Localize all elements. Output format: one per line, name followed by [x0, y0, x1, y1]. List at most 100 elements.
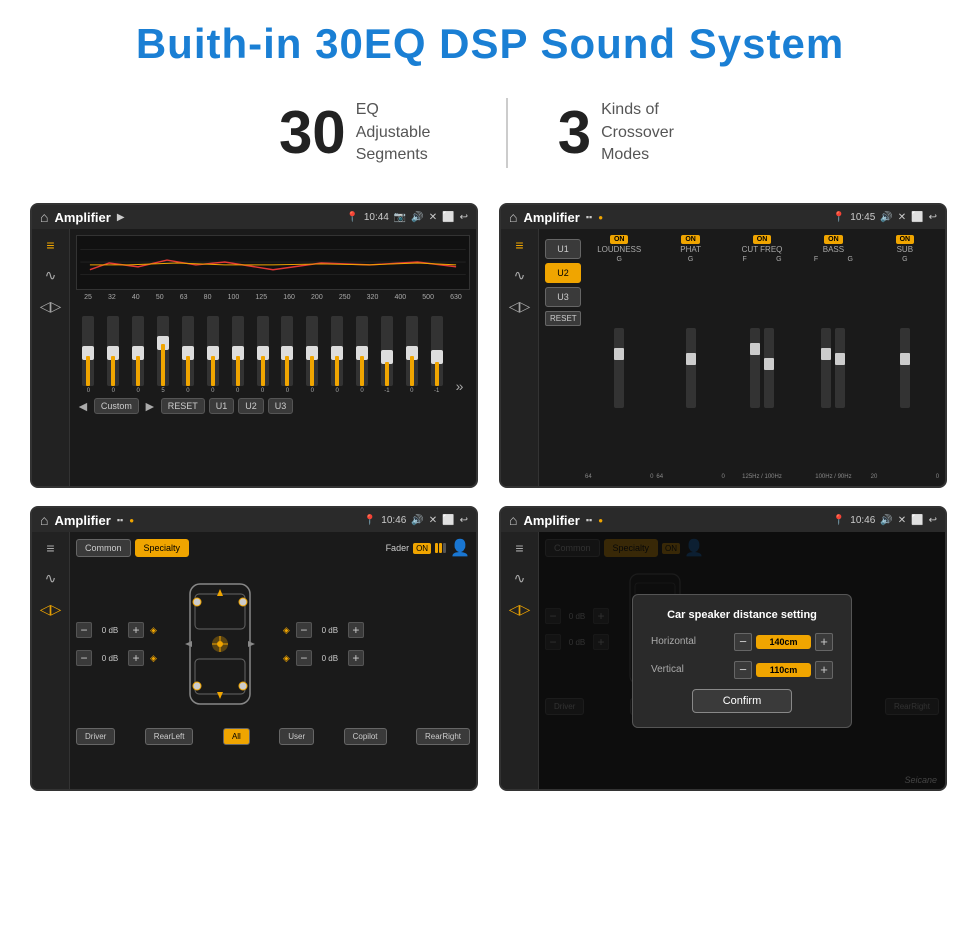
home-icon-3[interactable]: ⌂ — [40, 512, 48, 528]
sidebar-wave-icon-3[interactable]: ∿ — [45, 570, 57, 587]
back-icon-1[interactable]: ↩ — [460, 212, 468, 223]
dialog-horizontal-plus[interactable]: + — [815, 633, 833, 651]
profile-icon-3[interactable]: 👤 — [450, 538, 470, 558]
sidebar-eq-icon-2[interactable]: ≡ — [515, 237, 523, 253]
time-4: 10:46 — [850, 515, 875, 526]
prev-btn[interactable]: ◄ — [76, 398, 90, 414]
cutfreq-thumb-f[interactable] — [750, 343, 760, 355]
btn-driver[interactable]: Driver — [76, 728, 115, 745]
crossover-presets: U1 U2 U3 RESET — [545, 235, 581, 480]
expand-icon[interactable]: » — [456, 378, 464, 394]
sidebar-speaker-icon-3[interactable]: ◁▷ — [40, 601, 62, 618]
u1-btn[interactable]: U1 — [209, 398, 235, 414]
loudness-slider[interactable] — [614, 328, 624, 408]
sidebar-wave-icon-2[interactable]: ∿ — [514, 267, 526, 284]
phat-on: ON — [681, 235, 700, 244]
tab-common-3[interactable]: Common — [76, 539, 131, 557]
freq-32: 32 — [108, 294, 116, 301]
sidebar-eq-icon[interactable]: ≡ — [46, 237, 54, 253]
back-icon-2[interactable]: ↩ — [929, 212, 937, 223]
back-icon-4[interactable]: ↩ — [929, 515, 937, 526]
dialog-horizontal-label: Horizontal — [651, 636, 696, 647]
home-icon-1[interactable]: ⌂ — [40, 209, 48, 225]
fader-label-3: Fader — [386, 543, 410, 553]
volume-icon-2[interactable]: 🔊 — [880, 212, 892, 223]
db-minus-tl[interactable]: − — [76, 622, 92, 638]
u2-btn[interactable]: U2 — [238, 398, 264, 414]
db-plus-bl[interactable]: + — [128, 650, 144, 666]
tab-specialty-3[interactable]: Specialty — [135, 539, 190, 557]
close-icon-2[interactable]: ✕ — [898, 212, 906, 223]
play-icon-1[interactable]: ▶ — [117, 212, 125, 223]
btn-all[interactable]: All — [223, 728, 250, 745]
db-plus-tr[interactable]: + — [348, 622, 364, 638]
sub-slider[interactable] — [900, 328, 910, 408]
bass-slider-g[interactable] — [835, 328, 845, 408]
dialog-vertical-plus[interactable]: + — [815, 661, 833, 679]
btn-rearright[interactable]: RearRight — [416, 728, 470, 745]
phat-thumb[interactable] — [686, 353, 696, 365]
next-btn[interactable]: ► — [143, 398, 157, 414]
cutfreq-slider-f[interactable] — [750, 328, 760, 408]
eq-val-8: 0 — [286, 388, 289, 394]
btn-copilot[interactable]: Copilot — [344, 728, 387, 745]
sidebar-speaker-icon-2[interactable]: ◁▷ — [509, 298, 531, 315]
db-minus-bl[interactable]: − — [76, 650, 92, 666]
sub-thumb[interactable] — [900, 353, 910, 365]
screen-body-1: ≡ ∿ ◁▷ — [32, 229, 476, 486]
time-1: 10:44 — [364, 212, 389, 223]
volume-icon-3[interactable]: 🔊 — [411, 515, 423, 526]
close-icon-4[interactable]: ✕ — [898, 515, 906, 526]
reset-btn[interactable]: RESET — [161, 398, 205, 414]
btn-rearleft[interactable]: RearLeft — [145, 728, 194, 745]
sidebar-speaker-icon-4[interactable]: ◁▷ — [509, 601, 531, 618]
cutfreq-slider-g[interactable] — [764, 328, 774, 408]
sidebar-eq-icon-4[interactable]: ≡ — [515, 540, 523, 556]
close-icon-3[interactable]: ✕ — [429, 515, 437, 526]
home-icon-2[interactable]: ⌂ — [509, 209, 517, 225]
bass-thumb-f[interactable] — [821, 348, 831, 360]
dialog-horizontal-minus[interactable]: − — [734, 633, 752, 651]
sidebar-eq-icon-3[interactable]: ≡ — [46, 540, 54, 556]
window-icon-4[interactable]: ⬜ — [911, 515, 923, 526]
db-minus-br[interactable]: − — [296, 650, 312, 666]
dialog-vertical-minus[interactable]: − — [734, 661, 752, 679]
phat-slider[interactable] — [686, 328, 696, 408]
bass-slider-f[interactable] — [821, 328, 831, 408]
app-title-3: Amplifier — [54, 513, 110, 528]
home-icon-4[interactable]: ⌂ — [509, 512, 517, 528]
db-minus-tr[interactable]: − — [296, 622, 312, 638]
db-plus-br[interactable]: + — [348, 650, 364, 666]
sub-header: ON SUB — [896, 235, 915, 254]
sub-sliders — [900, 263, 910, 472]
dialog-horizontal-value: 140cm — [756, 635, 811, 649]
preset-u2[interactable]: U2 — [545, 263, 581, 283]
loudness-thumb[interactable] — [614, 348, 624, 360]
window-icon-2[interactable]: ⬜ — [911, 212, 923, 223]
back-icon-3[interactable]: ↩ — [460, 515, 468, 526]
preset-u1[interactable]: U1 — [545, 239, 581, 259]
btn-user-3[interactable]: User — [279, 728, 314, 745]
window-icon-3[interactable]: ⬜ — [442, 515, 454, 526]
db-plus-tl[interactable]: + — [128, 622, 144, 638]
custom-btn[interactable]: Custom — [94, 398, 139, 414]
sidebar-wave-icon-4[interactable]: ∿ — [514, 570, 526, 587]
window-icon-1[interactable]: ⬜ — [442, 212, 454, 223]
eq-track-0[interactable] — [82, 316, 94, 386]
eq-val-6: 0 — [236, 388, 239, 394]
sidebar-speaker-icon[interactable]: ◁▷ — [40, 298, 62, 315]
dot-icon-4: ● — [598, 516, 603, 525]
volume-icon-1[interactable]: 🔊 — [411, 212, 423, 223]
confirm-button[interactable]: Confirm — [692, 689, 793, 713]
sidebar-wave-icon[interactable]: ∿ — [45, 267, 57, 284]
preset-u3[interactable]: U3 — [545, 287, 581, 307]
volume-icon-4[interactable]: 🔊 — [880, 515, 892, 526]
close-icon-1[interactable]: ✕ — [429, 212, 437, 223]
db-control-bl: − 0 dB + ◈ — [76, 650, 157, 666]
bass-thumb-g[interactable] — [835, 353, 845, 365]
reset-crossover-btn[interactable]: RESET — [545, 311, 581, 326]
cutfreq-thumb-g[interactable] — [764, 358, 774, 370]
u3-btn[interactable]: U3 — [268, 398, 294, 414]
freq-100: 100 — [228, 294, 240, 301]
freq-80: 80 — [204, 294, 212, 301]
